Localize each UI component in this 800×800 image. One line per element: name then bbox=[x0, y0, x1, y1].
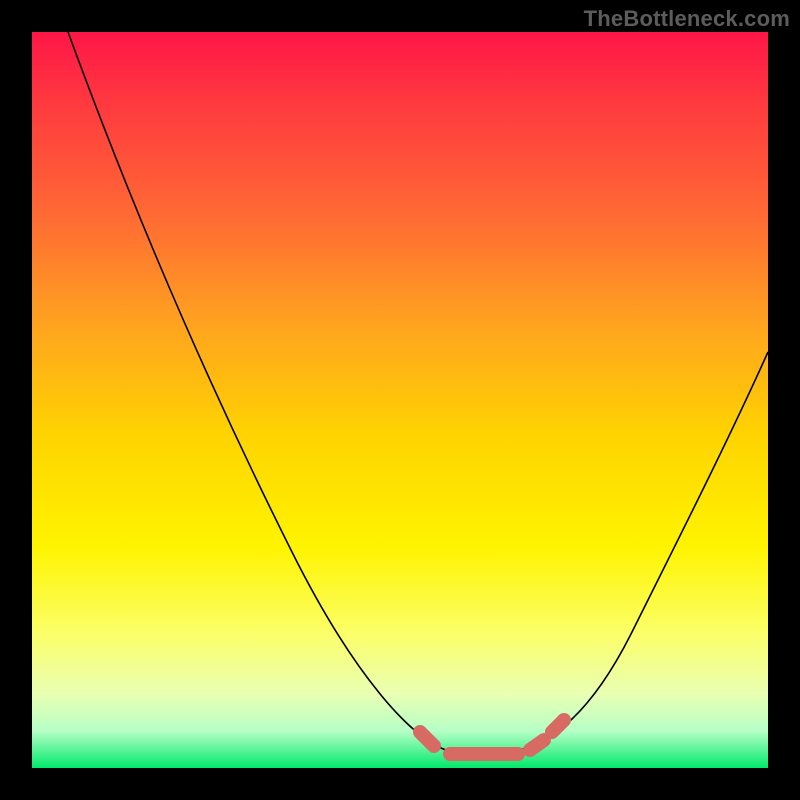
bottleneck-curve bbox=[68, 32, 768, 752]
valley-marker-right-1 bbox=[530, 740, 544, 750]
watermark-text: TheBottleneck.com bbox=[584, 6, 790, 32]
bottleneck-curve-svg bbox=[32, 32, 768, 768]
plot-area bbox=[32, 32, 768, 768]
valley-marker-right-2 bbox=[552, 720, 564, 732]
chart-frame: TheBottleneck.com bbox=[0, 0, 800, 800]
valley-marker-left bbox=[420, 732, 434, 746]
